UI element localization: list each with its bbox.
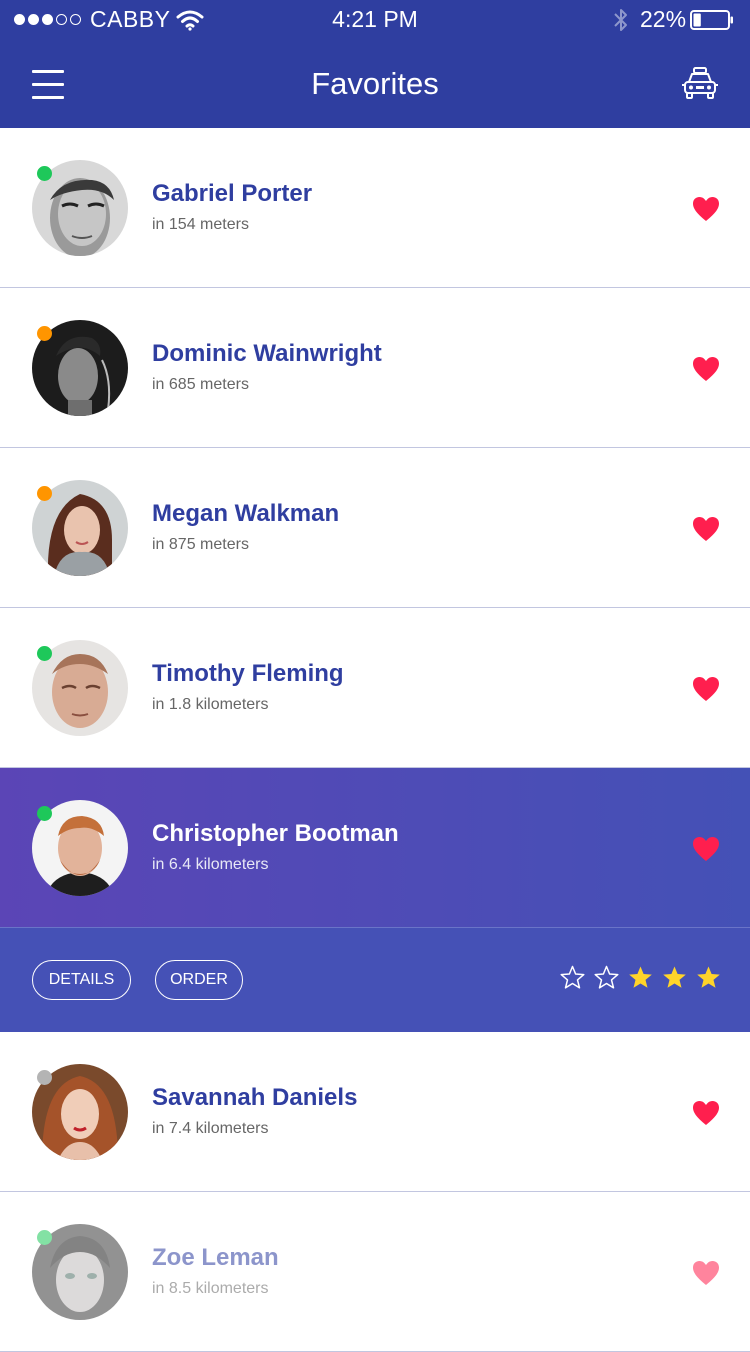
driver-row-selected[interactable]: Christopher Bootman in 6.4 kilometers xyxy=(0,768,750,928)
presence-status-dot xyxy=(37,806,52,821)
battery-percent: 22% xyxy=(640,6,687,32)
driver-name: Christopher Bootman xyxy=(152,820,399,847)
driver-distance: in 875 meters xyxy=(152,536,249,553)
driver-row[interactable]: Dominic Wainwright in 685 meters xyxy=(0,288,750,448)
star-filled-icon[interactable] xyxy=(696,965,721,990)
selected-driver-actions: DETAILS ORDER xyxy=(0,928,750,1032)
driver-row[interactable]: Megan Walkman in 875 meters xyxy=(0,448,750,608)
heart-icon[interactable] xyxy=(692,196,720,222)
driver-name: Timothy Fleming xyxy=(152,660,344,687)
driver-name: Megan Walkman xyxy=(152,500,340,527)
bluetooth-icon xyxy=(614,9,627,31)
battery-icon xyxy=(690,10,733,30)
driver-row[interactable]: Zoe Leman in 8.5 kilometers xyxy=(0,1192,750,1352)
status-bar: CABBY 4:21 PM 22% xyxy=(0,0,750,40)
rating-stars[interactable] xyxy=(560,965,721,990)
heart-icon[interactable] xyxy=(692,1100,720,1126)
heart-icon[interactable] xyxy=(692,1260,720,1286)
heart-icon[interactable] xyxy=(692,836,720,862)
driver-distance: in 1.8 kilometers xyxy=(152,696,269,713)
presence-status-dot xyxy=(37,1230,52,1245)
nav-bar: Favorites xyxy=(0,40,750,128)
driver-name: Dominic Wainwright xyxy=(152,340,382,367)
star-outline-icon[interactable] xyxy=(594,965,619,990)
star-filled-icon[interactable] xyxy=(628,965,653,990)
presence-status-dot xyxy=(37,486,52,501)
star-outline-icon[interactable] xyxy=(560,965,585,990)
driver-distance: in 7.4 kilometers xyxy=(152,1120,269,1137)
heart-icon[interactable] xyxy=(692,676,720,702)
heart-icon[interactable] xyxy=(692,516,720,542)
favorites-list: Gabriel Porter in 154 meters Dominic Wai… xyxy=(0,128,750,1352)
status-time: 4:21 PM xyxy=(332,6,418,32)
taxi-icon[interactable] xyxy=(682,66,718,100)
page-title: Favorites xyxy=(311,66,439,101)
order-button[interactable]: ORDER xyxy=(155,960,243,1000)
driver-name: Gabriel Porter xyxy=(152,180,313,207)
driver-distance: in 154 meters xyxy=(152,216,249,233)
driver-distance: in 685 meters xyxy=(152,376,249,393)
details-button[interactable]: DETAILS xyxy=(32,960,131,1000)
driver-row[interactable]: Savannah Daniels in 7.4 kilometers xyxy=(0,1032,750,1192)
driver-name: Zoe Leman xyxy=(152,1244,279,1271)
presence-status-dot xyxy=(37,1070,52,1085)
heart-icon[interactable] xyxy=(692,356,720,382)
driver-row[interactable]: Gabriel Porter in 154 meters xyxy=(0,128,750,288)
driver-distance: in 8.5 kilometers xyxy=(152,1280,269,1297)
driver-distance: in 6.4 kilometers xyxy=(152,856,269,873)
presence-status-dot xyxy=(37,166,52,181)
driver-row[interactable]: Timothy Fleming in 1.8 kilometers xyxy=(0,608,750,768)
driver-name: Savannah Daniels xyxy=(152,1084,358,1111)
star-filled-icon[interactable] xyxy=(662,965,687,990)
presence-status-dot xyxy=(37,326,52,341)
presence-status-dot xyxy=(37,646,52,661)
header: CABBY 4:21 PM 22% Favorites xyxy=(0,0,750,128)
